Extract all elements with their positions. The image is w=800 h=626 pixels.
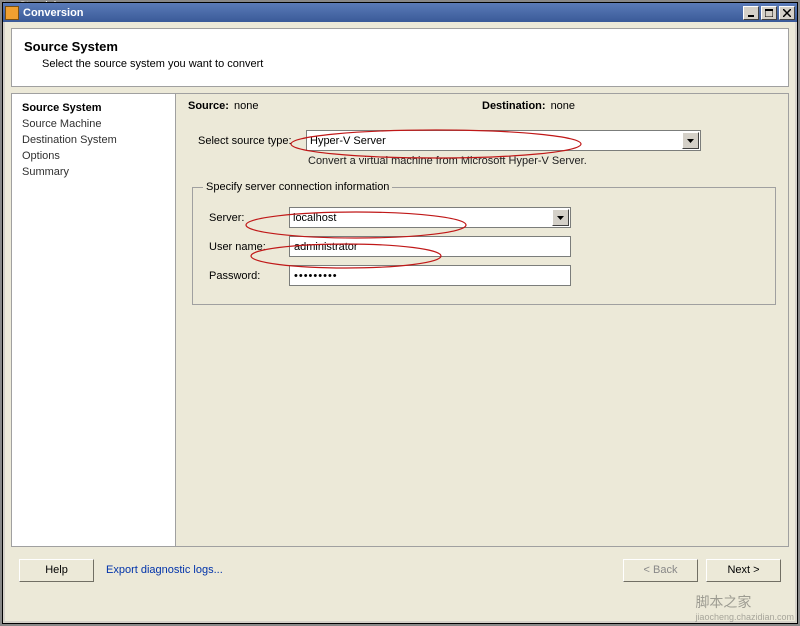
nav-item-source-system[interactable]: Source System — [22, 100, 165, 116]
wizard-nav: Source System Source Machine Destination… — [11, 93, 176, 547]
wizard-content: Source: none Destination: none Select so… — [176, 93, 789, 547]
server-label: Server: — [209, 212, 289, 224]
window-title: Conversion — [23, 7, 743, 19]
export-logs-link[interactable]: Export diagnostic logs... — [106, 564, 223, 576]
password-label: Password: — [209, 270, 289, 282]
server-combobox[interactable]: localhost — [289, 207, 571, 228]
page-title: Source System — [24, 39, 776, 54]
close-button[interactable] — [779, 6, 795, 20]
connection-group: Specify server connection information Se… — [192, 181, 776, 305]
wizard-header: Source System Select the source system y… — [11, 28, 789, 87]
nav-item-summary[interactable]: Summary — [22, 164, 165, 180]
status-row: Source: none Destination: none — [188, 100, 776, 112]
destination-status-value: none — [551, 100, 575, 112]
connection-group-legend: Specify server connection information — [203, 181, 392, 193]
source-type-combobox[interactable]: Hyper-V Server — [306, 130, 701, 151]
back-button[interactable]: < Back — [623, 559, 698, 582]
username-label: User name: — [209, 241, 289, 253]
page-subtitle: Select the source system you want to con… — [42, 58, 776, 70]
nav-item-source-machine[interactable]: Source Machine — [22, 116, 165, 132]
nav-item-destination-system[interactable]: Destination System — [22, 132, 165, 148]
maximize-button[interactable] — [761, 6, 777, 20]
destination-status-label: Destination: — [482, 100, 546, 112]
source-status-value: none — [234, 100, 258, 112]
wizard-footer: Help Export diagnostic logs... < Back Ne… — [11, 553, 789, 587]
window-frame: Conversion Source System Select the sour… — [2, 2, 798, 624]
minimize-button[interactable] — [743, 6, 759, 20]
source-type-label: Select source type: — [198, 135, 306, 147]
chevron-down-icon[interactable] — [682, 132, 699, 149]
server-value: localhost — [293, 212, 336, 224]
help-button[interactable]: Help — [19, 559, 94, 582]
nav-item-options[interactable]: Options — [22, 148, 165, 164]
chevron-down-icon[interactable] — [552, 209, 569, 226]
client-area: Source System Select the source system y… — [3, 22, 797, 623]
username-field[interactable] — [289, 236, 571, 257]
source-status-label: Source: — [188, 100, 229, 112]
titlebar: Conversion — [3, 3, 797, 22]
source-type-hint: Convert a virtual machine from Microsoft… — [308, 155, 776, 167]
password-field[interactable] — [289, 265, 571, 286]
source-type-value: Hyper-V Server — [310, 135, 386, 147]
app-icon — [5, 6, 19, 20]
next-button[interactable]: Next > — [706, 559, 781, 582]
